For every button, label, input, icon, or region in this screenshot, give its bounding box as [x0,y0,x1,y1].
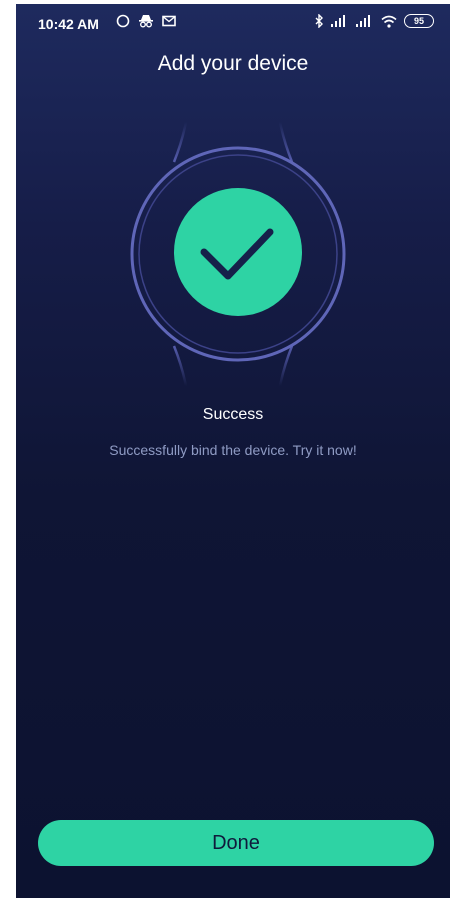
status-bar: 10:42 AM 95 [16,4,450,40]
phone-screen: 10:42 AM 95 Add your device Success Succ… [16,4,450,898]
mail-icon [162,15,176,27]
watch-illustration [130,121,346,387]
success-message: Successfully bind the device. Try it now… [109,442,357,458]
signal-icon [356,15,370,27]
success-badge [174,188,302,316]
done-button[interactable]: Done [38,820,434,866]
status-time: 10:42 AM [38,16,99,32]
wifi-icon [381,15,397,28]
bluetooth-icon [315,14,323,28]
sync-icon [116,14,130,28]
signal-icon [331,15,345,27]
incognito-icon [139,15,153,28]
watch-band-bottom [172,345,188,387]
battery-level: 95 [413,16,424,26]
page-title: Add your device [157,52,309,75]
status-right-icons: 95 [315,14,434,28]
battery-icon: 95 [404,14,434,28]
success-title: Success [202,406,264,423]
status-left-icons [116,14,176,28]
watch-band-top [172,121,188,163]
